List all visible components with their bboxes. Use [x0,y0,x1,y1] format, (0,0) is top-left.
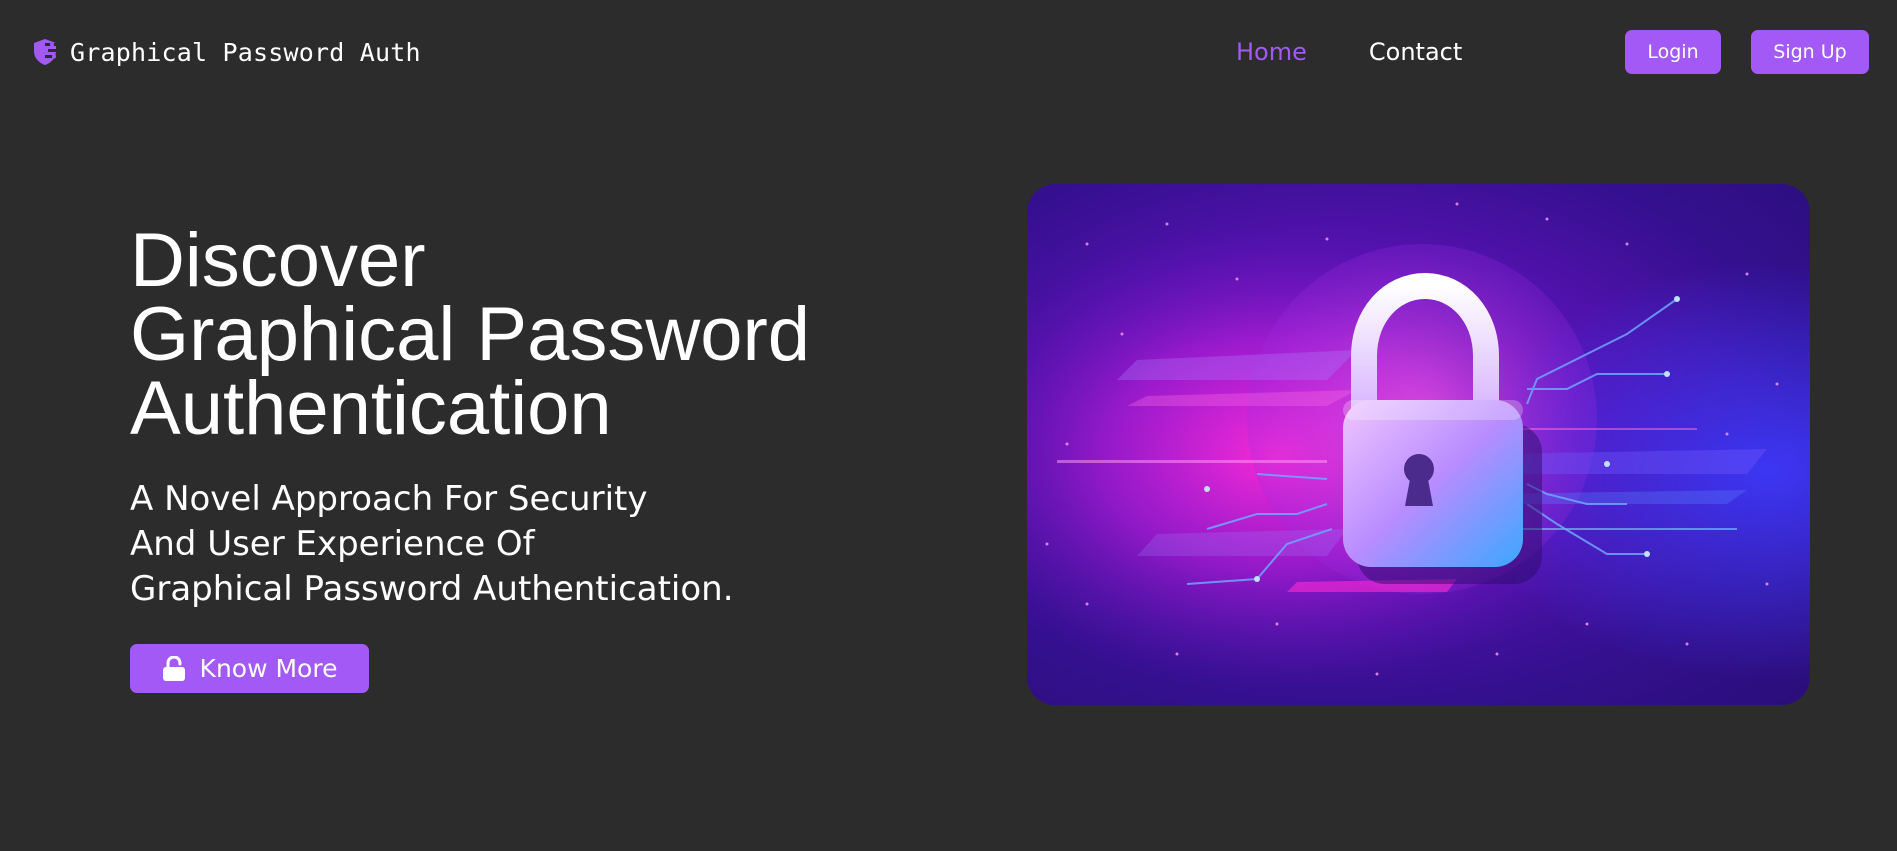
login-button[interactable]: Login [1625,30,1721,74]
shield-key-icon [34,39,58,65]
hero-title-line: Discover [130,218,426,303]
nav-link-contact[interactable]: Contact [1369,36,1462,68]
hero-subtitle-line: Graphical Password Authentication. [130,569,734,609]
padlock-illustration [1027,184,1810,705]
hero-subtitle: A Novel Approach For Security And User E… [130,477,734,612]
hero-title-line: Graphical Password [130,292,811,377]
know-more-button[interactable]: Know More [130,644,369,693]
navbar: Graphical Password Auth Home Contact Log… [0,0,1897,104]
landing-page: Graphical Password Auth Home Contact Log… [0,0,1897,851]
brand-name: Graphical Password Auth [70,37,421,67]
hero-subtitle-line: A Novel Approach For Security [130,479,648,519]
unlock-icon [162,655,185,681]
know-more-label: Know More [199,654,338,683]
brand[interactable]: Graphical Password Auth [30,36,421,68]
hero-subtitle-line: And User Experience Of [130,524,535,564]
signup-button[interactable]: Sign Up [1751,30,1869,74]
hero-image [1027,184,1810,705]
hero-title-line: Authentication [130,366,612,451]
nav-link-home[interactable]: Home [1236,36,1307,68]
nav-links: Home Contact [1236,36,1462,68]
hero-title: Discover Graphical Password Authenticati… [130,218,811,451]
